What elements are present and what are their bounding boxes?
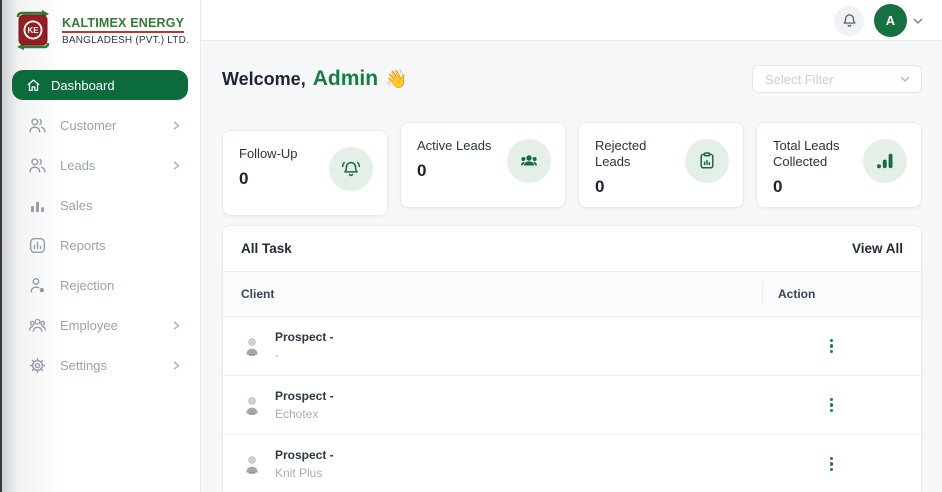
home-icon: [26, 78, 41, 93]
client-company: Knit Plus: [275, 466, 323, 480]
welcome-username: Admin: [312, 67, 379, 90]
row-actions-menu-icon[interactable]: [824, 392, 839, 419]
kaltimex-logo-icon: KE: [12, 9, 54, 50]
people-group-icon: [518, 150, 540, 172]
filter-select[interactable]: Select Filter: [752, 65, 922, 93]
bar-chart-icon: [28, 196, 47, 215]
sidebar-item-leads[interactable]: Leads: [0, 145, 200, 185]
stat-label: Active Leads: [417, 138, 492, 153]
client-company: Echotex: [275, 407, 319, 421]
brand-title: KALTIMEX ENERGY: [62, 16, 185, 33]
person-avatar-icon: [241, 453, 263, 476]
panel-title: All Task: [241, 241, 292, 256]
brand-subtitle: BANGLADESH (PVT.) LTD.: [62, 34, 190, 46]
chevron-right-icon: [171, 120, 182, 131]
stat-value: 0: [773, 177, 783, 196]
waving-hand-emoji: 👋: [385, 69, 408, 89]
user-x-icon: [28, 276, 47, 295]
client-info: Prospect - -: [275, 330, 334, 362]
users-icon: [28, 156, 47, 175]
all-task-panel: All Task View All Client Action Prospect…: [222, 225, 922, 492]
sidebar: KE KALTIMEX ENERGY BANGLADESH (PVT.) LTD…: [0, 0, 201, 492]
sidebar-item-customer[interactable]: Customer: [0, 105, 200, 145]
view-all-link[interactable]: View All: [852, 241, 903, 256]
bell-ring-icon: [340, 158, 362, 180]
chevron-right-icon: [171, 320, 182, 331]
stat-icon-circle: [507, 139, 551, 183]
table-row: Prospect - Knit Plus: [223, 435, 921, 492]
stat-value: 0: [417, 161, 427, 180]
sidebar-item-employee[interactable]: Employee: [0, 305, 200, 345]
chevron-right-icon: [171, 360, 182, 371]
stat-value: 0: [239, 169, 249, 188]
clipboard-chart-icon: [696, 150, 718, 172]
brand-logo: KE KALTIMEX ENERGY BANGLADESH (PVT.) LTD…: [0, 0, 200, 58]
sidebar-item-label: Leads: [60, 157, 96, 173]
stat-label: Rejected Leads: [595, 138, 647, 169]
filter-placeholder: Select Filter: [765, 71, 834, 87]
sidebar-items: Customer Leads Sales Reports Rejection E…: [0, 105, 200, 385]
client-info: Prospect - Knit Plus: [275, 448, 334, 480]
sidebar-item-label: Rejection: [60, 277, 115, 293]
sidebar-item-label: Reports: [60, 237, 106, 253]
stat-icon-circle: [329, 147, 373, 191]
stat-icon-circle: [685, 139, 729, 183]
stat-icon-circle: [863, 139, 907, 183]
chevron-down-icon: [899, 73, 911, 85]
sidebar-item-sales[interactable]: Sales: [0, 185, 200, 225]
sidebar-item-settings[interactable]: Settings: [0, 345, 200, 385]
stat-label: Total Leads Collected: [773, 138, 840, 169]
chevron-right-icon: [171, 160, 182, 171]
table-header: Client Action: [223, 272, 921, 317]
client-company: -: [275, 348, 279, 362]
top-header: A: [202, 0, 942, 41]
sidebar-item-dashboard[interactable]: Dashboard: [12, 70, 188, 100]
avatar: A: [874, 4, 907, 37]
bell-icon: [841, 12, 858, 29]
column-header-action: Action: [762, 282, 921, 306]
sidebar-item-label: Dashboard: [51, 77, 115, 93]
client-name: Prospect -: [275, 448, 334, 462]
sidebar-item-label: Settings: [60, 357, 107, 373]
stat-card-total-leads: Total Leads Collected 0: [756, 122, 922, 208]
window-edge: [0, 0, 2, 492]
column-header-client: Client: [241, 287, 275, 301]
client-name: Prospect -: [275, 389, 334, 403]
page-title: Welcome, Admin 👋: [222, 67, 407, 91]
signal-bars-icon: [874, 150, 896, 172]
gear-icon: [28, 356, 47, 375]
sidebar-item-rejection[interactable]: Rejection: [0, 265, 200, 305]
team-icon: [28, 316, 47, 335]
chevron-down-icon: [912, 15, 924, 27]
row-actions-menu-icon[interactable]: [824, 451, 839, 478]
client-name: Prospect -: [275, 330, 334, 344]
users-icon: [28, 116, 47, 135]
client-info: Prospect - Echotex: [275, 389, 334, 421]
main-content: Welcome, Admin 👋 Select Filter Follow-Up…: [202, 41, 942, 492]
welcome-prefix: Welcome,: [222, 69, 306, 89]
sidebar-nav: Dashboard Customer Leads Sales Reports R…: [0, 70, 200, 385]
table-row: Prospect - Echotex: [223, 376, 921, 435]
stat-card-active-leads: Active Leads 0: [400, 122, 566, 208]
sidebar-item-reports[interactable]: Reports: [0, 225, 200, 265]
report-icon: [28, 236, 47, 255]
person-avatar-icon: [241, 335, 263, 358]
stat-label: Follow-Up: [239, 146, 298, 161]
sidebar-item-label: Employee: [60, 317, 118, 333]
person-avatar-icon: [241, 394, 263, 417]
sidebar-item-label: Sales: [60, 197, 93, 213]
svg-text:KE: KE: [27, 26, 39, 35]
table-row: Prospect - -: [223, 317, 921, 376]
stat-card-rejected-leads: Rejected Leads 0: [578, 122, 744, 208]
stat-card-follow-up: Follow-Up 0: [222, 130, 388, 216]
sidebar-item-label: Customer: [60, 117, 117, 133]
notifications-button[interactable]: [834, 5, 864, 36]
stat-cards: Follow-Up 0 Active Leads 0 Rejected Lead…: [222, 122, 922, 216]
row-actions-menu-icon[interactable]: [824, 333, 839, 360]
brand-text: KALTIMEX ENERGY BANGLADESH (PVT.) LTD.: [62, 14, 189, 46]
account-menu[interactable]: A: [874, 4, 924, 37]
stat-value: 0: [595, 177, 605, 196]
